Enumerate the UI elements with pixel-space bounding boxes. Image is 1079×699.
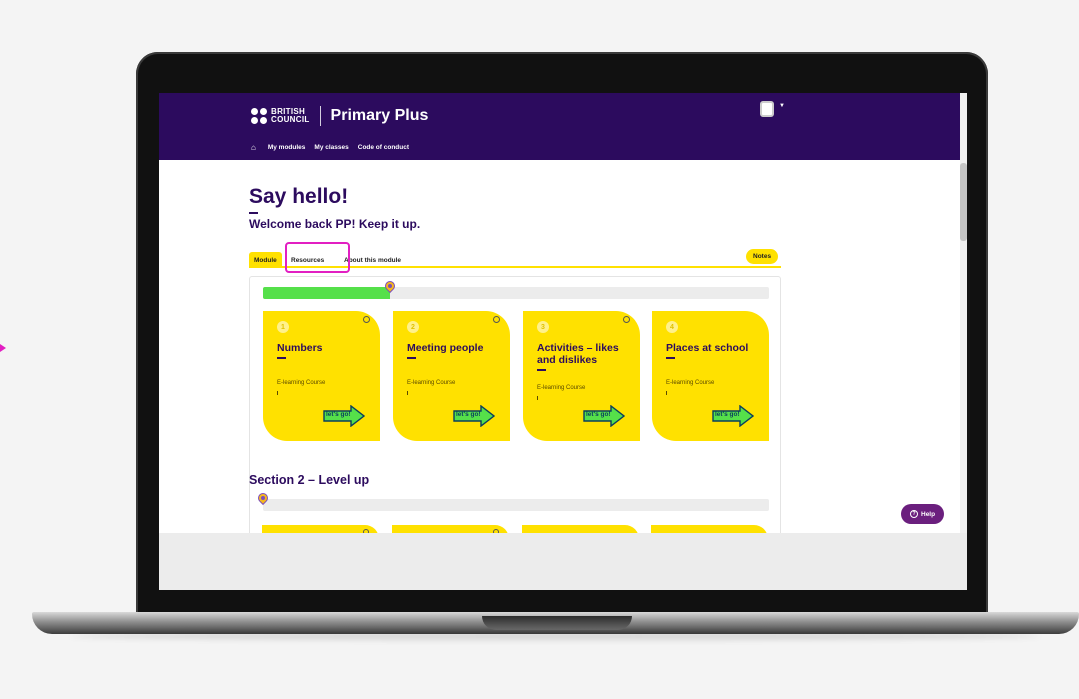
laptop-shadow — [70, 632, 1040, 640]
chevron-down-icon[interactable]: ▼ — [779, 103, 785, 109]
lets-go-button[interactable]: let's go! — [453, 405, 495, 427]
card-number: 3 — [537, 321, 549, 333]
help-button[interactable]: ? Help — [901, 504, 945, 524]
card-title: Activities – likes and dislikes — [537, 342, 619, 366]
card-type: E-learning Course — [537, 385, 586, 391]
tab-module[interactable]: Module — [249, 252, 282, 268]
course-card[interactable]: 2 Meeting people E-learning Course let's… — [393, 311, 510, 441]
notes-button[interactable]: Notes — [746, 249, 779, 264]
screen-bottom-area — [159, 533, 967, 590]
card-title: Meeting people — [407, 342, 484, 354]
card-title: Numbers — [277, 342, 323, 354]
pointer-arrow-icon — [0, 340, 6, 356]
title-underline — [249, 212, 258, 214]
course-card[interactable]: 3 Activities – likes and dislikes E-lear… — [523, 311, 640, 441]
section-2-progress-track — [263, 499, 769, 511]
nav-my-classes[interactable]: My classes — [314, 144, 348, 151]
main-nav: ⌂ My modules My classes Code of conduct — [251, 143, 418, 152]
lets-go-button[interactable]: let's go! — [323, 405, 365, 427]
status-circle-icon — [493, 316, 500, 323]
nav-my-modules[interactable]: My modules — [268, 144, 306, 151]
lets-go-button[interactable]: let's go! — [583, 405, 625, 427]
page-subtitle: Welcome back PP! Keep it up. — [249, 217, 421, 231]
british-council-logo[interactable]: BRITISH COUNCIL Primary Plus — [251, 103, 428, 129]
nav-code-of-conduct[interactable]: Code of conduct — [358, 144, 409, 151]
lets-go-button[interactable]: let's go! — [712, 405, 754, 427]
section-1-progress-track — [263, 287, 769, 299]
card-number: 4 — [666, 321, 678, 333]
section-2-title: Section 2 – Level up — [249, 473, 370, 487]
course-card[interactable]: 4 Places at school E-learning Course let… — [652, 311, 769, 441]
card-type: E-learning Course — [407, 380, 456, 386]
map-pin-icon — [255, 490, 271, 506]
scrollbar-thumb[interactable] — [960, 163, 967, 241]
laptop-notch — [482, 616, 632, 630]
card-number: 1 — [277, 321, 289, 333]
card-number: 2 — [407, 321, 419, 333]
logo-dots-icon — [251, 108, 267, 124]
card-type: E-learning Course — [277, 380, 326, 386]
card-type: E-learning Course — [666, 380, 715, 386]
logo-line-2: COUNCIL — [271, 115, 310, 124]
section-1-progress-fill — [263, 287, 390, 299]
page-title: Say hello! — [249, 185, 349, 208]
status-circle-icon — [623, 316, 630, 323]
browser-screen: BRITISH COUNCIL Primary Plus ▼ ⌂ My modu… — [159, 93, 967, 590]
top-bar: BRITISH COUNCIL Primary Plus ▼ ⌂ My modu… — [159, 93, 967, 160]
logo-divider — [319, 106, 321, 126]
card-title: Places at school — [666, 342, 749, 354]
device-mockup: BRITISH COUNCIL Primary Plus ▼ ⌂ My modu… — [0, 0, 1079, 699]
resources-highlight-box — [285, 242, 350, 273]
scrollbar-track[interactable] — [960, 93, 967, 533]
product-name: Primary Plus — [330, 107, 429, 124]
map-pin-icon — [382, 278, 398, 294]
home-icon[interactable]: ⌂ — [251, 143, 256, 152]
course-card[interactable]: 1 Numbers E-learning Course let's go! — [263, 311, 380, 441]
question-icon: ? — [910, 510, 918, 518]
user-avatar-icon[interactable] — [760, 101, 774, 117]
status-circle-icon — [363, 316, 370, 323]
